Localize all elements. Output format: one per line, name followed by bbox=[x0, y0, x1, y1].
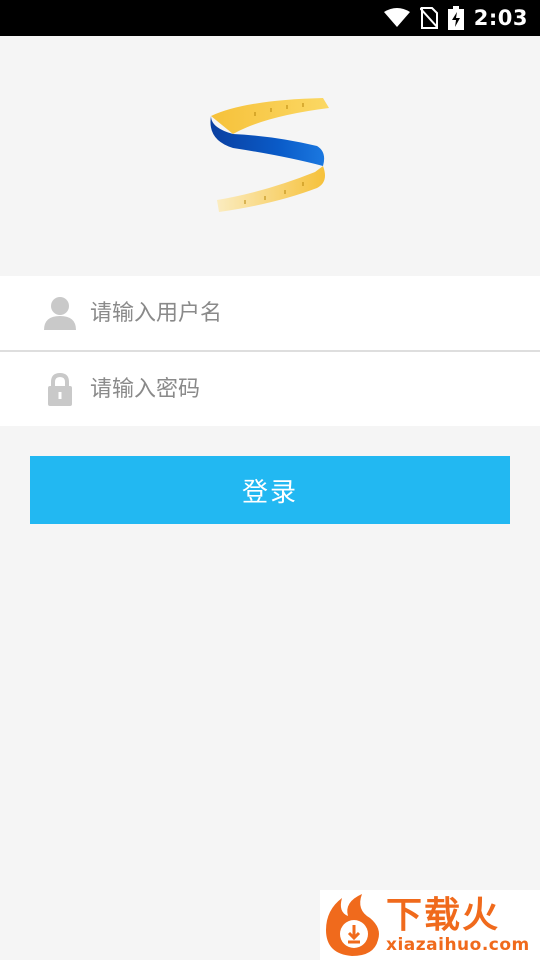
wifi-icon bbox=[383, 8, 410, 28]
user-icon bbox=[42, 295, 78, 331]
username-input[interactable] bbox=[90, 288, 510, 338]
status-icons: 2:03 bbox=[383, 0, 528, 36]
flame-download-icon bbox=[322, 892, 384, 958]
username-field-row[interactable] bbox=[0, 276, 540, 352]
password-input[interactable] bbox=[90, 364, 510, 414]
watermark-title: 下载火 bbox=[386, 895, 501, 936]
status-time: 2:03 bbox=[473, 6, 528, 30]
watermark-url: xiazaihuo.com bbox=[386, 935, 530, 955]
battery-charging-icon bbox=[447, 6, 464, 30]
measuring-tape-logo bbox=[210, 98, 329, 212]
login-button[interactable]: 登录 bbox=[30, 456, 510, 524]
lock-icon bbox=[42, 371, 78, 407]
watermark: 下载火 xiazaihuo.com bbox=[320, 890, 540, 960]
status-bar: 2:03 bbox=[0, 0, 540, 36]
watermark-text: 下载火 xiazaihuo.com bbox=[386, 895, 530, 955]
no-sim-icon bbox=[419, 7, 439, 29]
password-field-row[interactable] bbox=[0, 352, 540, 426]
app-logo bbox=[205, 92, 335, 222]
